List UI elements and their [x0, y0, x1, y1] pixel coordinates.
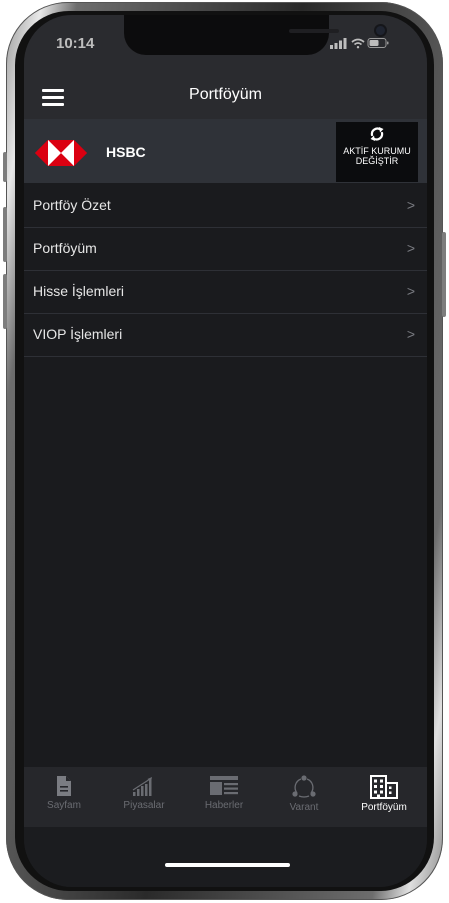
tab-label: Sayfam — [47, 800, 81, 811]
speaker — [289, 29, 339, 33]
document-icon — [57, 776, 71, 796]
sync-icon — [370, 127, 384, 141]
switch-institution-button[interactable]: AKTİF KURUMU DEĞİŞTİR — [336, 122, 418, 182]
power-button — [442, 232, 446, 317]
menu-item-viop-transactions[interactable]: VIOP İşlemleri > — [24, 314, 427, 357]
menu-item-label: Hisse İşlemleri — [33, 283, 125, 299]
cycle-icon — [292, 775, 316, 798]
page-title: Portföyüm — [189, 86, 262, 103]
tab-label: Varant — [289, 802, 319, 813]
volume-down-button — [3, 274, 7, 329]
screen: 10:14 Portföyüm HSBC AKTİF KURUMU DEĞİŞT… — [24, 15, 427, 887]
tab-piyasalar[interactable]: Piyasalar — [104, 767, 184, 827]
volume-up-button — [3, 207, 7, 262]
tab-sayfam[interactable]: Sayfam — [24, 767, 104, 827]
notch — [124, 15, 385, 55]
tab-label: Haberler — [204, 800, 244, 811]
menu-item-my-portfolio[interactable]: Portföyüm > — [24, 228, 427, 271]
chevron-right-icon: > — [406, 326, 415, 342]
hsbc-logo — [35, 140, 87, 166]
app-header: Portföyüm — [24, 75, 427, 119]
tab-varant[interactable]: Varant — [264, 767, 344, 827]
chevron-right-icon: > — [406, 197, 415, 213]
institution-name: HSBC — [106, 144, 146, 160]
buildings-icon — [370, 775, 398, 799]
menu-item-label: Portföyüm — [33, 240, 97, 256]
news-icon — [210, 776, 238, 795]
home-indicator-area — [24, 827, 427, 887]
status-icons — [330, 38, 389, 49]
tab-label: Portföyüm — [361, 802, 407, 813]
battery-icon — [367, 38, 389, 48]
menu-item-stock-transactions[interactable]: Hisse İşlemleri > — [24, 271, 427, 314]
tab-haberler[interactable]: Haberler — [184, 767, 264, 827]
switch-institution-label: AKTİF KURUMU DEĞİŞTİR — [343, 146, 411, 166]
home-indicator[interactable] — [165, 863, 290, 867]
portfolio-menu: Portföy Özet > Portföyüm > Hisse İşlemle… — [24, 185, 427, 357]
menu-item-label: Portföy Özet — [33, 197, 111, 213]
wifi-icon — [351, 38, 365, 49]
chevron-right-icon: > — [406, 283, 415, 299]
tab-label: Piyasalar — [123, 800, 165, 811]
mute-switch — [3, 152, 7, 182]
menu-item-label: VIOP İşlemleri — [33, 326, 123, 342]
bottom-tab-bar: Sayfam Piyasalar Haberler Varant Portföy… — [24, 767, 427, 827]
front-camera — [376, 26, 385, 35]
menu-item-portfolio-summary[interactable]: Portföy Özet > — [24, 185, 427, 228]
institution-bar: HSBC AKTİF KURUMU DEĞİŞTİR — [24, 119, 427, 183]
signal-icon — [330, 38, 347, 49]
status-bar: 10:14 — [24, 15, 427, 75]
tab-portfoyum[interactable]: Portföyüm — [344, 767, 424, 827]
bar-chart-icon — [132, 777, 152, 796]
status-time: 10:14 — [56, 35, 95, 52]
chevron-right-icon: > — [406, 240, 415, 256]
